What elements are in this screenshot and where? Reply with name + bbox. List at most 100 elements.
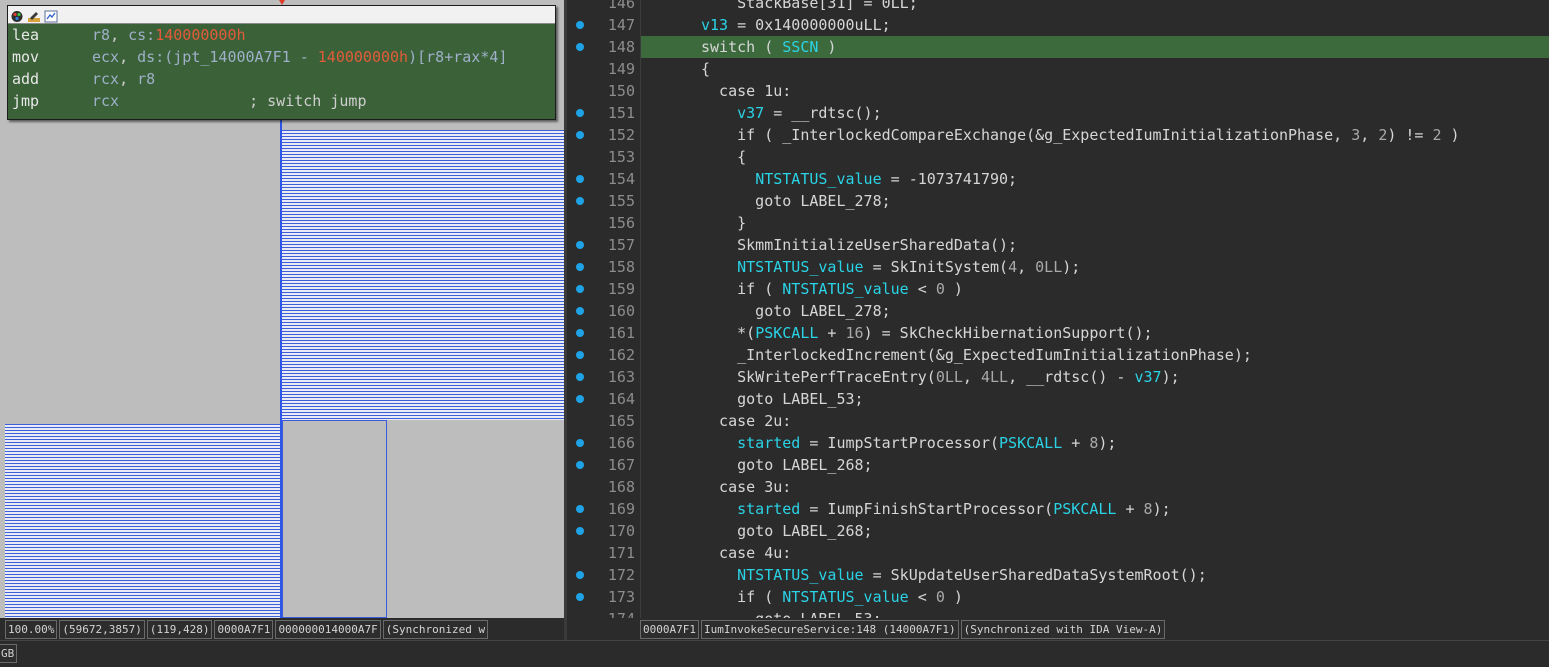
- code-line[interactable]: 157 SkmmInitializeUserSharedData();: [567, 234, 1549, 256]
- code-token: {: [701, 148, 747, 166]
- asm-node-popup[interactable]: lea r8, cs:140000000h mov ecx, ds:(jpt_1400…: [7, 5, 556, 120]
- code-line[interactable]: 168 case 3u:: [567, 476, 1549, 498]
- code-text[interactable]: if ( NTSTATUS_value < 0 ): [641, 586, 1549, 608]
- code-text[interactable]: goto LABEL_268;: [641, 454, 1549, 476]
- code-text[interactable]: if ( _InterlockedCompareExchange(&g_Expe…: [641, 124, 1549, 146]
- breakpoint-icon[interactable]: [576, 131, 584, 139]
- graph-view[interactable]: lea r8, cs:140000000h mov ecx, ds:(jpt_1400…: [0, 0, 564, 618]
- code-text[interactable]: *(PSKCALL + 16) = SkCheckHibernationSupp…: [641, 322, 1549, 344]
- code-line[interactable]: 172 NTSTATUS_value = SkUpdateUserSharedD…: [567, 564, 1549, 586]
- breakpoint-icon[interactable]: [576, 461, 584, 469]
- code-text[interactable]: NTSTATUS_value = SkInitSystem(4, 0LL);: [641, 256, 1549, 278]
- breakpoint-icon[interactable]: [576, 329, 584, 337]
- breakpoint-icon[interactable]: [576, 505, 584, 513]
- code-text[interactable]: {: [641, 146, 1549, 168]
- graph-node-outline[interactable]: [282, 420, 387, 618]
- breakpoint-icon[interactable]: [576, 527, 584, 535]
- pseudocode-view[interactable]: 146 StackBase[31] = 0LL; 147 v13 = 0x14000…: [567, 0, 1549, 618]
- code-text[interactable]: goto LABEL_278;: [641, 300, 1549, 322]
- asm-line[interactable]: mov ecx, ds:(jpt_14000A7F1 - 140000000h)[…: [8, 46, 555, 68]
- code-line[interactable]: 167 goto LABEL_268;: [567, 454, 1549, 476]
- code-line[interactable]: 147 v13 = 0x140000000uLL;: [567, 14, 1549, 36]
- code-line[interactable]: 149 {: [567, 58, 1549, 80]
- breakpoint-icon[interactable]: [576, 263, 584, 271]
- code-line[interactable]: 170 goto LABEL_268;: [567, 520, 1549, 542]
- code-text[interactable]: goto LABEL_53;: [641, 388, 1549, 410]
- code-text[interactable]: case 4u:: [641, 542, 1549, 564]
- code-line[interactable]: 151 v37 = __rdtsc();: [567, 102, 1549, 124]
- code-token: , __rdtsc() -: [1008, 368, 1135, 386]
- breakpoint-icon[interactable]: [576, 197, 584, 205]
- asm-line[interactable]: add rcx, r8: [8, 68, 555, 90]
- code-line[interactable]: 166 started = IumpStartProcessor(PSKCALL…: [567, 432, 1549, 454]
- code-token: <: [908, 588, 936, 606]
- code-text[interactable]: _InterlockedIncrement(&g_ExpectedIumInit…: [641, 344, 1549, 366]
- breakpoint-icon[interactable]: [576, 439, 584, 447]
- code-text[interactable]: StackBase[31] = 0LL;: [641, 0, 1549, 14]
- breakpoint-icon[interactable]: [576, 109, 584, 117]
- code-line[interactable]: 161 *(PSKCALL + 16) = SkCheckHibernation…: [567, 322, 1549, 344]
- asm-listing[interactable]: lea r8, cs:140000000h mov ecx, ds:(jpt_1400…: [8, 24, 555, 112]
- code-line[interactable]: 148 switch ( SSCN ): [567, 36, 1549, 58]
- asm-line[interactable]: jmp rcx ; switch jump: [8, 90, 555, 112]
- breakpoint-icon[interactable]: [576, 285, 584, 293]
- code-line[interactable]: 174 goto LABEL_53;: [567, 608, 1549, 618]
- breakpoint-icon[interactable]: [576, 395, 584, 403]
- code-line[interactable]: 169 started = IumpFinishStartProcessor(P…: [567, 498, 1549, 520]
- code-text[interactable]: v13 = 0x140000000uLL;: [641, 14, 1549, 36]
- asm-separator: ,: [110, 26, 129, 44]
- breakpoint-icon[interactable]: [576, 593, 584, 601]
- code-line[interactable]: 164 goto LABEL_53;: [567, 388, 1549, 410]
- code-line[interactable]: 146 StackBase[31] = 0LL;: [567, 0, 1549, 14]
- code-text[interactable]: NTSTATUS_value = SkUpdateUserSharedDataS…: [641, 564, 1549, 586]
- breakpoint-icon[interactable]: [576, 175, 584, 183]
- code-line[interactable]: 154 NTSTATUS_value = -1073741790;: [567, 168, 1549, 190]
- code-line[interactable]: 160 goto LABEL_278;: [567, 300, 1549, 322]
- code-text[interactable]: v37 = __rdtsc();: [641, 102, 1549, 124]
- breakpoint-icon[interactable]: [576, 43, 584, 51]
- code-text[interactable]: SkmmInitializeUserSharedData();: [641, 234, 1549, 256]
- code-text[interactable]: started = IumpStartProcessor(PSKCALL + 8…: [641, 432, 1549, 454]
- asm-line[interactable]: lea r8, cs:140000000h: [8, 24, 555, 46]
- code-line[interactable]: 152 if ( _InterlockedCompareExchange(&g_…: [567, 124, 1549, 146]
- code-text[interactable]: goto LABEL_278;: [641, 190, 1549, 212]
- graph-icon[interactable]: [44, 8, 58, 23]
- code-line[interactable]: 163 SkWritePerfTraceEntry(0LL, 4LL, __rd…: [567, 366, 1549, 388]
- code-text[interactable]: SkWritePerfTraceEntry(0LL, 4LL, __rdtsc(…: [641, 366, 1549, 388]
- code-line[interactable]: 158 NTSTATUS_value = SkInitSystem(4, 0LL…: [567, 256, 1549, 278]
- code-text[interactable]: goto LABEL_53;: [641, 608, 1549, 618]
- code-text[interactable]: case 3u:: [641, 476, 1549, 498]
- breakpoint-icon[interactable]: [576, 373, 584, 381]
- code-line[interactable]: 153 {: [567, 146, 1549, 168]
- code-token: );: [1152, 500, 1171, 518]
- breakpoint-icon[interactable]: [576, 351, 584, 359]
- code-line[interactable]: 171 case 4u:: [567, 542, 1549, 564]
- code-text[interactable]: }: [641, 212, 1549, 234]
- graph-node-block[interactable]: [5, 424, 281, 618]
- code-line[interactable]: 165 case 2u:: [567, 410, 1549, 432]
- code-text[interactable]: case 2u:: [641, 410, 1549, 432]
- code-text[interactable]: NTSTATUS_value = -1073741790;: [641, 168, 1549, 190]
- code-text[interactable]: case 1u:: [641, 80, 1549, 102]
- graph-node-block[interactable]: [282, 130, 564, 420]
- code-text[interactable]: started = IumpFinishStartProcessor(PSKCA…: [641, 498, 1549, 520]
- code-line[interactable]: 159 if ( NTSTATUS_value < 0 ): [567, 278, 1549, 300]
- code-text[interactable]: if ( NTSTATUS_value < 0 ): [641, 278, 1549, 300]
- code-line[interactable]: 156 }: [567, 212, 1549, 234]
- breakpoint-icon[interactable]: [576, 307, 584, 315]
- code-text[interactable]: switch ( SSCN ): [641, 36, 1549, 58]
- code-text[interactable]: {: [641, 58, 1549, 80]
- code-line[interactable]: 155 goto LABEL_278;: [567, 190, 1549, 212]
- breakpoint-icon[interactable]: [576, 21, 584, 29]
- code-line[interactable]: 150 case 1u:: [567, 80, 1549, 102]
- palette-icon[interactable]: [10, 8, 24, 22]
- breakpoint-icon[interactable]: [576, 571, 584, 579]
- code-line[interactable]: 173 if ( NTSTATUS_value < 0 ): [567, 586, 1549, 608]
- code-text[interactable]: goto LABEL_268;: [641, 520, 1549, 542]
- code-line[interactable]: 162 _InterlockedIncrement(&g_ExpectedIum…: [567, 344, 1549, 366]
- breakpoint-icon[interactable]: [576, 241, 584, 249]
- edit-icon[interactable]: [27, 8, 41, 22]
